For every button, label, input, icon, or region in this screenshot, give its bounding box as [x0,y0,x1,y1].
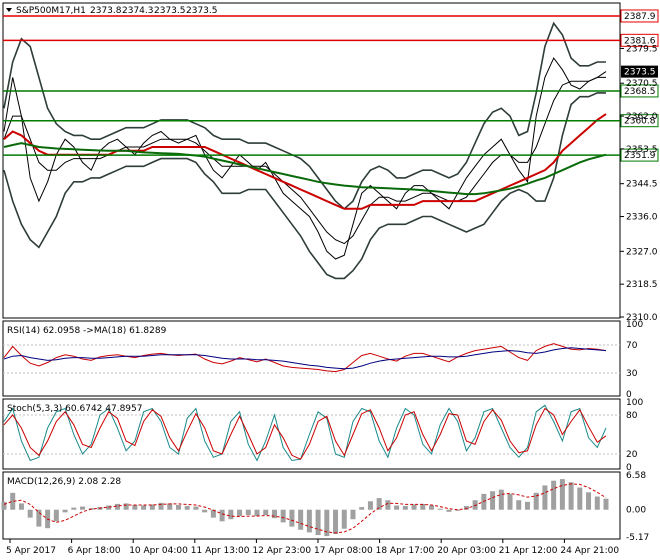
price-tick-label: 2370.5 [626,79,658,89]
macd-bar [524,501,530,510]
x-tick-label: 21 Apr 12:00 [499,546,558,556]
macd-bar [516,500,522,510]
x-tick-label: 12 Apr 23:00 [252,546,311,556]
price-tick-label: 2318.5 [626,280,658,290]
level-label: 2387.9 [624,12,656,22]
macd-bar [437,508,443,510]
x-tick-label: 6 Apr 18:00 [68,546,121,556]
macd-bar [271,509,277,519]
macd-tick-label: -5.17 [626,533,649,543]
macd-bar [71,507,77,510]
macd-bar [446,509,452,512]
price-tick-label: 2327.0 [626,247,658,257]
macd-bar [1,501,7,510]
x-tick-label: 17 Apr 08:00 [314,546,373,556]
macd-bar [36,509,42,527]
macd-bar [289,509,295,527]
macd-bar [429,505,435,510]
rsi-label: RSI(14) 62.0958 ->MA(18) 61.8289 [7,326,167,336]
rsi-axis: 10070300 [626,320,643,400]
stoch-tick-label: 80 [626,411,638,421]
macd-bar [551,480,557,510]
macd-bar [263,509,269,515]
macd-bar [141,505,147,510]
macd-bar [359,507,365,510]
macd-bar [202,509,208,513]
price-tick-label: 2336.0 [626,213,658,223]
macd-axis: 6.58 0.00 -5.17 [626,471,649,543]
x-tick-label: 24 Apr 21:00 [560,546,619,556]
chart-title: S&P500M17,H1 [16,6,86,16]
macd-bar [132,504,138,510]
macd-bar [586,492,592,510]
rsi-tick-label: 100 [626,320,643,330]
ohlc-low: 2373.5 [154,6,186,16]
price-tick-label: 2362.0 [626,112,658,122]
macd-bar [411,504,417,510]
macd-bar [350,509,356,520]
macd-bar [114,503,120,510]
ohlc-close: 2373.5 [186,6,218,16]
macd-bar [80,506,86,510]
macd-bar [53,509,59,522]
macd-bar [175,504,181,510]
macd-bar [280,509,286,523]
macd-bar [507,493,513,510]
macd-bar [27,509,33,518]
price-axis: 2310.02318.52327.02336.02344.52353.52362… [620,44,658,323]
macd-bar [123,503,129,510]
current-price-label: 2373.5 [624,68,656,78]
macd-bar [594,496,600,510]
macd-bar [184,506,190,510]
macd-bar [193,506,199,510]
macd-bar [315,509,321,536]
stoch-axis: 10080200 [626,398,643,473]
price-tick-label: 2344.5 [626,180,658,190]
macd-bar [568,482,574,510]
macd-bar [254,509,260,517]
macd-bar [394,505,400,510]
macd-bar [367,501,373,510]
macd-bar [577,487,583,510]
macd-tick-label: 0.00 [626,506,646,516]
macd-bar [542,485,548,510]
ohlc-open: 2373.8 [90,6,122,16]
macd-bar [158,502,164,510]
macd-bar [490,491,496,510]
x-tick-label: 18 Apr 17:00 [376,546,435,556]
x-tick-label: 10 Apr 04:00 [129,546,188,556]
x-tick-label: 11 Apr 13:00 [191,546,250,556]
rsi-tick-label: 30 [626,369,638,379]
macd-bar [298,509,304,530]
stoch-tick-label: 20 [626,450,638,460]
x-tick-label: 20 Apr 03:00 [437,546,496,556]
macd-bar [559,479,565,510]
macd-bar [106,505,112,510]
macd-bar [237,509,243,517]
time-axis: 5 Apr 2017 6 Apr 18:00 10 Apr 04:00 11 Apr … [6,539,619,556]
macd-bar [498,489,504,510]
macd-bar [18,503,24,510]
macd-bar [62,509,68,513]
macd-bar [228,509,234,520]
stoch-label: Stoch(5,3,3) 60.6742 47.8957 [7,404,142,414]
ohlc-high: 2374.3 [122,6,154,16]
stoch-tick-label: 100 [626,398,643,408]
macd-bar [245,509,251,515]
macd-tick-label: 6.58 [626,471,646,481]
macd-label: MACD(12,26,9) 2.08 2.28 [7,477,121,487]
trading-chart: 2387.92381.62368.52360.82351.92373.5 231… [1,2,659,556]
macd-bar [333,509,339,534]
rsi-tick-label: 70 [626,341,638,351]
x-tick-label: 5 Apr 2017 [6,546,56,556]
macd-bar [603,498,609,510]
macd-bar [219,509,225,522]
macd-bar [402,506,408,510]
price-tick-label: 2353.5 [626,145,658,155]
macd-bar [385,500,391,510]
macd-bar [306,509,312,533]
price-tick-label: 2379.5 [626,44,658,54]
macd-bar [341,509,347,529]
